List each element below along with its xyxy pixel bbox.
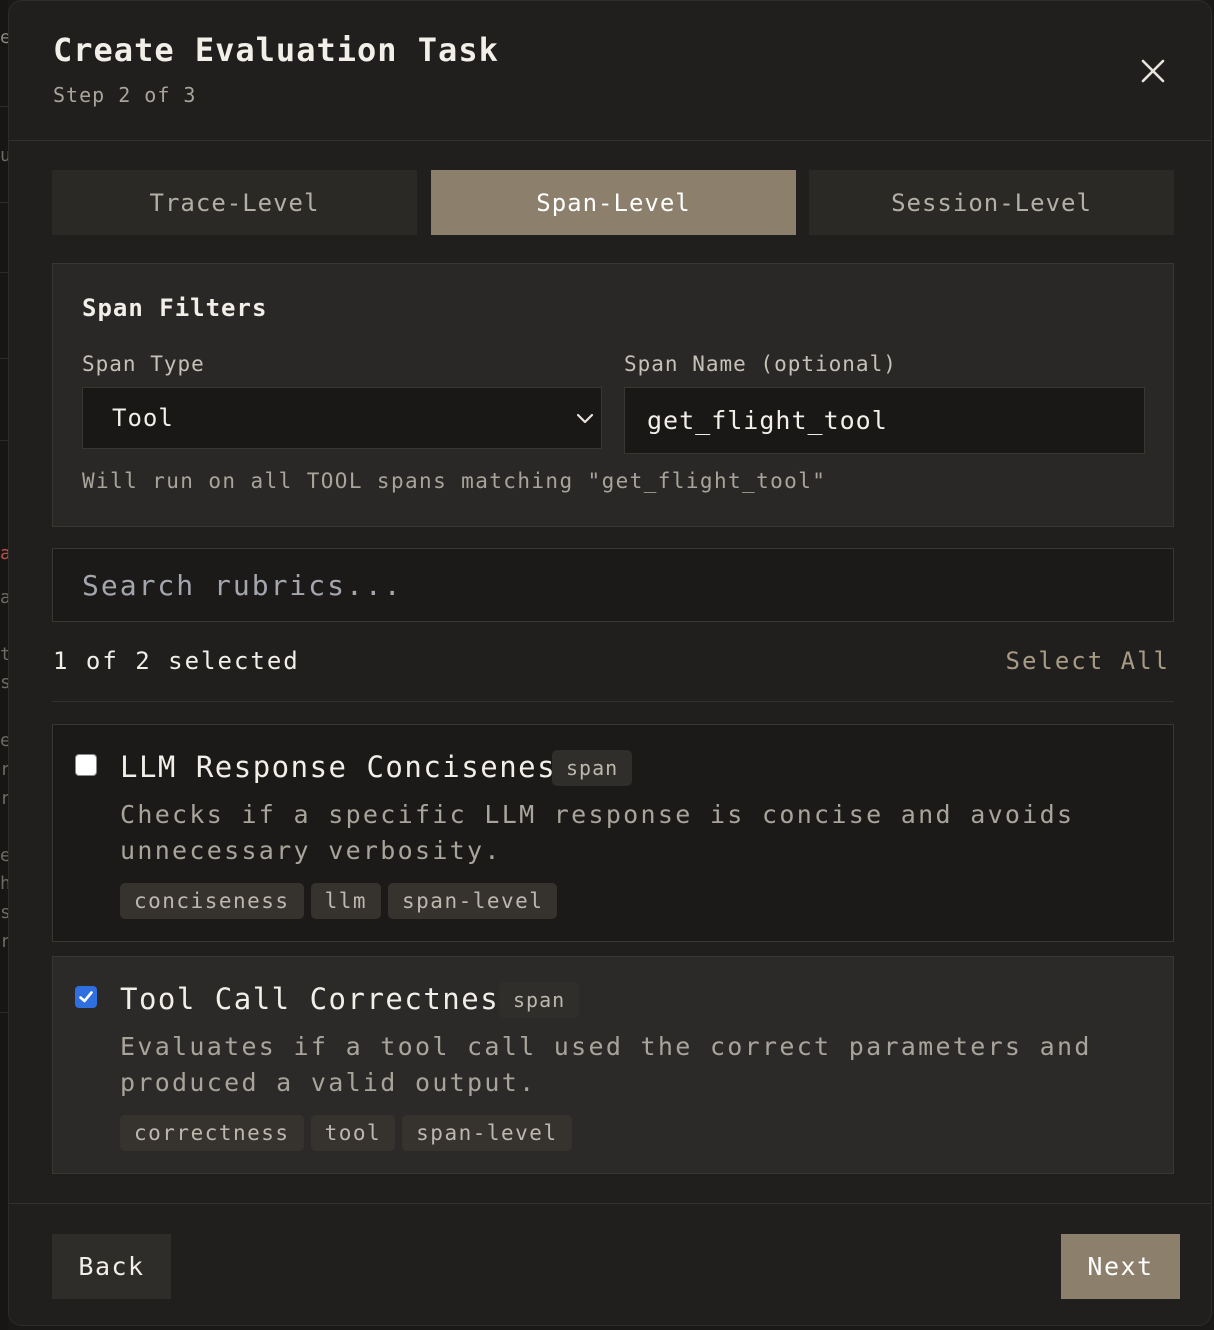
dialog-footer: Back Next (9, 1203, 1211, 1325)
backdrop-text: r (0, 789, 8, 809)
backdrop-text: u (0, 146, 8, 166)
span-filters-panel: Span Filters Span Type Span Name (option… (52, 263, 1174, 527)
backdrop-text: r (0, 760, 8, 780)
evaluation-level-tabs: Trace-Level Span-Level Session-Level (52, 170, 1174, 235)
chevron-down-icon (576, 413, 594, 424)
rubric-checkbox[interactable] (75, 986, 97, 1008)
close-icon (1141, 59, 1165, 83)
span-name-input[interactable] (624, 387, 1145, 454)
rubric-tag: span-level (402, 1115, 572, 1151)
backdrop-text: t (0, 645, 8, 665)
rubric-checkbox[interactable] (75, 754, 97, 776)
dialog-header: Create Evaluation Task Step 2 of 3 (9, 1, 1211, 141)
next-button[interactable]: Next (1061, 1234, 1180, 1299)
tab-span-level[interactable]: Span-Level (431, 170, 796, 235)
rubric-level-badge: span (499, 982, 580, 1018)
backdrop-divider (0, 272, 8, 273)
rubric-tag: llm (310, 883, 382, 919)
rubric-tags: conciseness llm span-level (120, 883, 558, 919)
backdrop-text: e (0, 846, 8, 866)
step-indicator: Step 2 of 3 (53, 83, 197, 107)
backdrop-divider (0, 106, 8, 107)
backdrop-text: e (0, 731, 8, 751)
tab-trace-level[interactable]: Trace-Level (52, 170, 417, 235)
backdrop-text: e (0, 28, 8, 48)
select-all-button[interactable]: Select All (1006, 647, 1171, 675)
backdrop-text: a (0, 588, 8, 608)
dialog-title: Create Evaluation Task (53, 31, 499, 69)
span-name-label: Span Name (optional) (624, 352, 897, 376)
rubric-level-badge: span (552, 750, 633, 786)
rubric-tag: span-level (388, 883, 558, 919)
filter-hint: Will run on all TOOL spans matching "get… (82, 469, 827, 493)
span-filters-title: Span Filters (82, 294, 268, 322)
search-rubrics-input[interactable] (52, 548, 1174, 622)
rubric-title: Tool Call Correctness (120, 982, 519, 1016)
close-button[interactable] (1135, 53, 1171, 89)
back-button[interactable]: Back (52, 1234, 171, 1299)
rubric-tags: correctness tool span-level (120, 1115, 572, 1151)
span-type-select[interactable]: Tool (82, 387, 602, 449)
backdrop-text: s (0, 673, 8, 693)
rubric-description: Evaluates if a tool call used the correc… (120, 1032, 1092, 1097)
backdrop-text: s (0, 903, 8, 923)
backdrop-text: h (0, 874, 8, 894)
divider (52, 701, 1174, 702)
backdrop-text: r (0, 932, 8, 952)
rubric-tag: conciseness (120, 883, 304, 919)
rubric-title: LLM Response Conciseness (120, 750, 576, 784)
rubric-tag: tool (310, 1115, 396, 1151)
backdrop-divider (0, 440, 8, 441)
tab-session-level[interactable]: Session-Level (809, 170, 1174, 235)
backdrop-strip: e u a a t s e r r e h s r (0, 0, 8, 1330)
selection-count: 1 of 2 selected (53, 647, 300, 675)
rubric-description: Checks if a specific LLM response is con… (120, 800, 1075, 865)
rubric-card-tool-call-correctness[interactable]: Tool Call Correctness span Evaluates if … (52, 956, 1174, 1174)
backdrop-divider (0, 202, 8, 203)
backdrop-divider (0, 1012, 8, 1013)
check-icon (79, 991, 93, 1003)
span-type-value: Tool (112, 404, 174, 432)
span-type-label: Span Type (82, 352, 205, 376)
create-evaluation-task-dialog: Create Evaluation Task Step 2 of 3 Trace… (8, 0, 1212, 1326)
backdrop-text: a (0, 544, 8, 564)
backdrop-divider (0, 358, 8, 359)
rubric-tag: correctness (120, 1115, 304, 1151)
rubric-card-llm-response-conciseness[interactable]: LLM Response Conciseness span Checks if … (52, 724, 1174, 942)
